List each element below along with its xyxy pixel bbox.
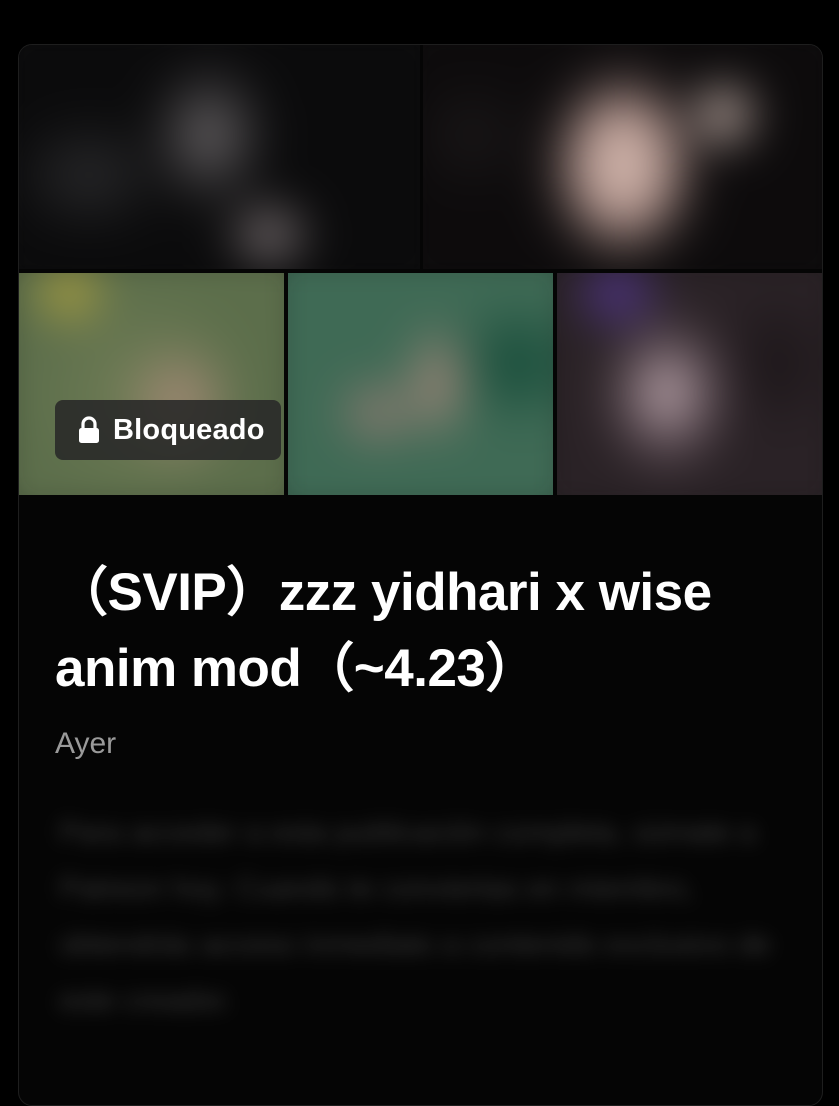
locked-label: Bloqueado <box>113 413 265 446</box>
post-date: Ayer <box>55 727 117 760</box>
preview-image-2[interactable] <box>423 45 822 269</box>
preview-image-1[interactable] <box>19 45 420 269</box>
preview-image-3[interactable] <box>19 273 284 495</box>
post-preview-text: Para acceder a esta publicación completa… <box>59 816 772 1017</box>
lock-icon <box>77 416 101 444</box>
preview-image-5[interactable] <box>557 273 822 495</box>
post-title[interactable]: （SVIP）zzz yidhari x wise anim mod（~4.23） <box>55 555 795 707</box>
post-card[interactable]: Bloqueado （SVIP）zzz yidhari x wise anim … <box>18 44 823 1106</box>
preview-image-4[interactable] <box>288 273 553 495</box>
locked-badge: Bloqueado <box>55 400 281 460</box>
